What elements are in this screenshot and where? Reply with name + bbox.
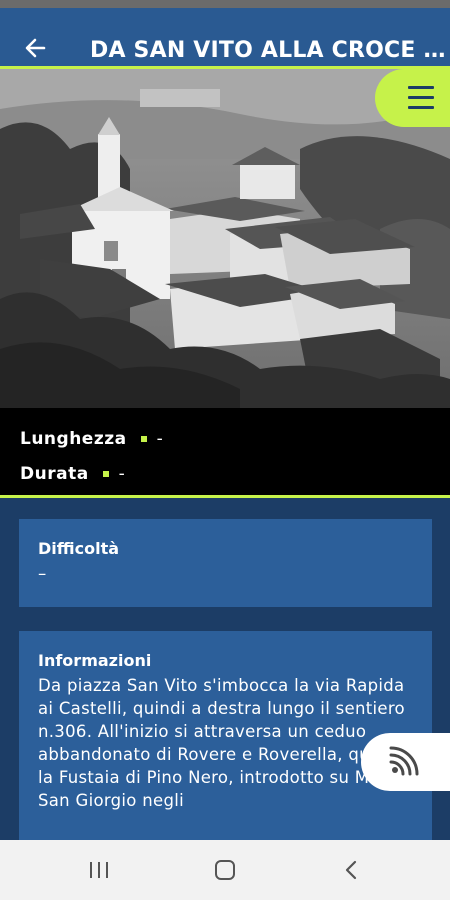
app-bar: DA SAN VITO ALLA CROCE DE... (0, 8, 450, 69)
route-meta-panel: Lunghezza - Durata - (0, 408, 450, 498)
audio-guide-button[interactable] (361, 733, 450, 791)
back-arrow-icon[interactable] (20, 34, 50, 64)
info-title: Informazioni (38, 651, 152, 670)
length-value: - (156, 429, 164, 449)
menu-button[interactable] (375, 69, 450, 127)
hamburger-menu-icon (408, 86, 434, 110)
duration-label: Durata (20, 464, 89, 484)
recent-apps-icon[interactable] (84, 858, 114, 882)
info-text: Da piazza San Vito s'imbocca la via Rapi… (38, 676, 408, 810)
length-label: Lunghezza (20, 429, 127, 449)
difficulty-title: Difficoltà (38, 539, 120, 558)
audio-wave-icon (389, 746, 419, 776)
page-title: DA SAN VITO ALLA CROCE DE... (90, 38, 450, 63)
status-bar (0, 0, 450, 8)
info-card: Informazioni Da piazza San Vito s'imbocc… (19, 631, 432, 840)
bullet-icon (140, 436, 147, 442)
difficulty-card: Difficoltà – (19, 519, 432, 607)
system-nav-bar (0, 840, 450, 900)
difficulty-value: – (38, 564, 47, 583)
meta-accent-line (0, 495, 450, 498)
back-nav-icon[interactable] (336, 858, 366, 882)
bullet-icon (102, 471, 109, 477)
duration-value: - (118, 464, 126, 484)
duration-row: Durata - (20, 462, 125, 486)
hero-photo (0, 69, 450, 408)
home-icon[interactable] (210, 858, 240, 882)
length-row: Lunghezza - (20, 427, 163, 451)
